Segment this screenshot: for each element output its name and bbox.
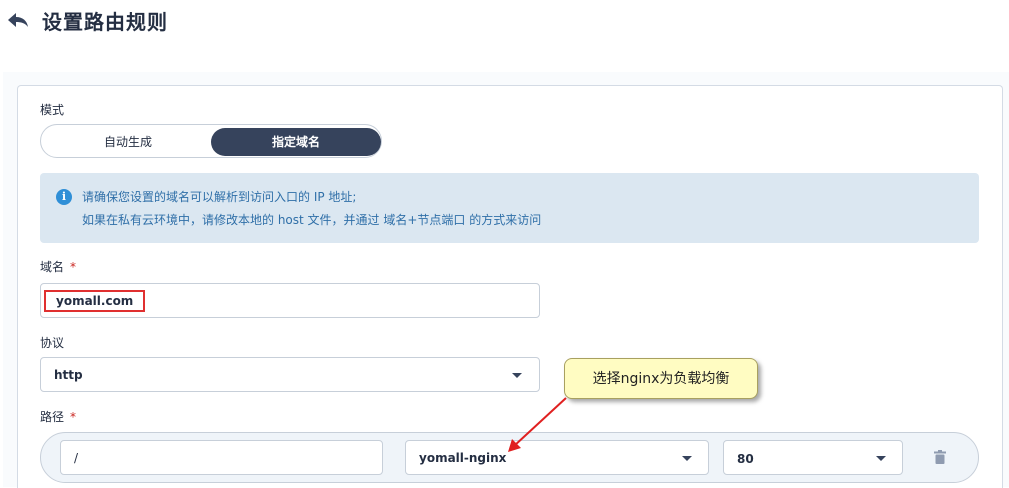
protocol-select[interactable]: http	[40, 357, 540, 392]
chevron-down-icon	[876, 456, 886, 461]
info-text-line-1: 请确保您设置的域名可以解析到访问入口的 IP 地址;	[82, 190, 357, 204]
domain-label-text: 域名	[40, 260, 65, 274]
annotation-arrow	[508, 397, 567, 452]
path-label-text: 路径	[40, 410, 65, 424]
path-input-value: /	[74, 451, 79, 465]
info-icon: i	[56, 189, 72, 205]
protocol-label: 协议	[40, 336, 65, 350]
chevron-down-icon	[682, 456, 692, 461]
trash-icon[interactable]	[934, 450, 946, 464]
domain-input[interactable]: yomall.com	[40, 283, 540, 318]
domain-value-highlight: yomall.com	[44, 290, 146, 312]
path-label: 路径 *	[40, 408, 76, 425]
protocol-select-value: http	[54, 368, 83, 382]
back-arrow-icon[interactable]	[7, 11, 29, 29]
mode-label: 模式	[40, 103, 65, 117]
required-mark: *	[70, 260, 77, 274]
path-input[interactable]: /	[60, 440, 383, 475]
mode-option-domain[interactable]: 指定域名	[211, 128, 381, 156]
page-title: 设置路由规则	[42, 10, 168, 34]
mode-option-auto[interactable]: 自动生成	[45, 128, 211, 156]
chevron-down-icon	[512, 373, 522, 378]
port-select-value: 80	[737, 452, 754, 466]
mode-switch: 自动生成 指定域名	[40, 124, 382, 158]
info-text-line-2: 如果在私有云环境中，请修改本地的 host 文件，并通过 域名+节点端口 的方式…	[82, 213, 542, 227]
service-select-value: yomall-nginx	[419, 451, 507, 465]
required-mark: *	[70, 410, 77, 424]
domain-label: 域名 *	[40, 258, 76, 275]
page-header: 设置路由规则	[0, 0, 1009, 60]
port-select[interactable]: 80	[723, 440, 903, 475]
annotation-callout: 选择nginx为负载均衡	[564, 358, 758, 399]
info-banner: i 请确保您设置的域名可以解析到访问入口的 IP 地址; 如果在私有云环境中，请…	[40, 173, 979, 243]
